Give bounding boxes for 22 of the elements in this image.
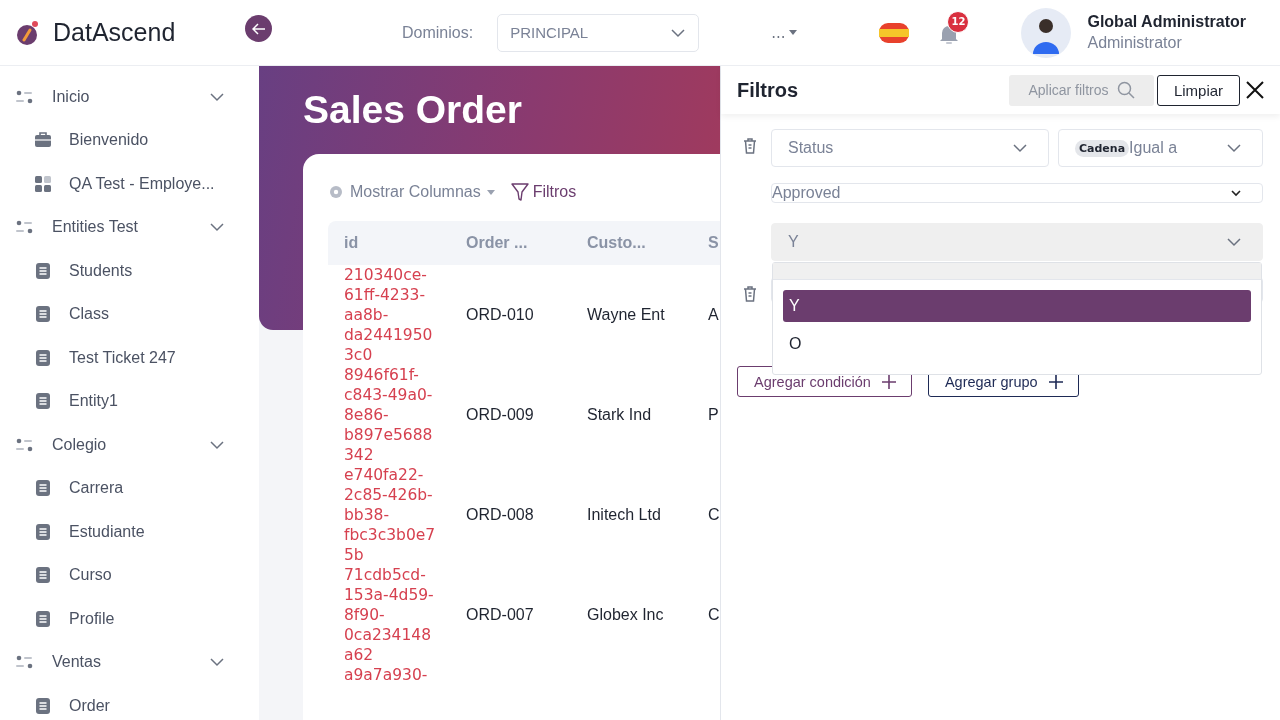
table-cell-text: Stark Ind	[586, 406, 653, 424]
panel-title: Filtros	[737, 78, 800, 102]
page-title: Sales Order	[303, 88, 523, 132]
table-cell: P	[708, 406, 720, 424]
table-cell-text: Initech Ltd	[586, 506, 662, 524]
brand-name: DatAscend	[53, 18, 176, 47]
domain-label: Dominios:	[402, 23, 474, 42]
operator-value: Igual a	[1129, 139, 1178, 157]
table-cell-text: Globex Inc	[586, 606, 665, 624]
user-name: Global Administrator	[1087, 13, 1246, 31]
domain-value: PRINCIPAL	[510, 24, 589, 41]
notification-count: 12	[947, 10, 970, 33]
table-cell-text: ORD-008	[465, 506, 535, 524]
table-cell: C	[708, 606, 720, 624]
table-cell-text: ORD-010	[465, 306, 535, 324]
table-cell-text: ORD-007	[465, 606, 535, 624]
user-role: Administrator	[1087, 34, 1183, 52]
table-cell-text: ORD-009	[465, 406, 535, 424]
type-badge: Cadena	[1075, 139, 1130, 157]
table-cell: A	[708, 306, 720, 324]
table-cell: C	[708, 506, 720, 524]
table-cell-text: Wayne Ent	[586, 306, 666, 324]
